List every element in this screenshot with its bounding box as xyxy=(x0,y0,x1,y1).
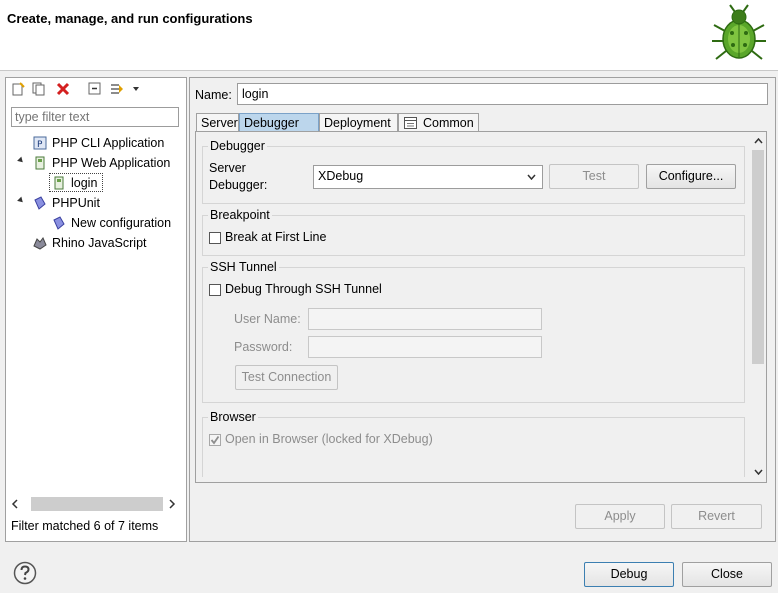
open-in-browser-label: Open in Browser (locked for XDebug) xyxy=(225,432,433,446)
tree-item-label: PHP Web Application xyxy=(52,156,171,170)
browser-group-title: Browser xyxy=(208,410,258,424)
scroll-down-icon[interactable] xyxy=(754,469,763,475)
name-label: Name: xyxy=(195,88,232,102)
server-debugger-label-1: Server xyxy=(209,161,246,175)
open-in-browser-checkbox[interactable] xyxy=(209,434,221,446)
tree-item-label: Rhino JavaScript xyxy=(52,236,147,250)
bug-icon xyxy=(712,4,766,60)
collapse-all-icon[interactable] xyxy=(88,82,102,96)
dialog-title: Create, manage, and run configurations xyxy=(7,11,253,26)
browser-group xyxy=(202,417,745,477)
apply-button[interactable]: Apply xyxy=(575,504,665,529)
user-name-field[interactable] xyxy=(308,308,542,330)
horizontal-scrollbar[interactable] xyxy=(11,496,179,512)
phpunit-icon xyxy=(34,196,46,210)
filter-status: Filter matched 6 of 7 items xyxy=(11,519,159,533)
name-field[interactable]: login xyxy=(237,83,768,105)
scroll-right-icon[interactable] xyxy=(168,499,176,509)
tab-label: Common xyxy=(423,116,474,130)
break-first-line-checkbox[interactable] xyxy=(209,232,221,244)
scroll-thumb[interactable] xyxy=(31,497,163,511)
password-field[interactable] xyxy=(308,336,542,358)
filter-input[interactable] xyxy=(11,107,179,127)
test-button[interactable]: Test xyxy=(549,164,639,189)
tab-debugger[interactable]: Debugger xyxy=(239,113,319,132)
scroll-up-icon[interactable] xyxy=(754,138,763,144)
phpunit-icon xyxy=(53,216,65,230)
duplicate-icon[interactable] xyxy=(32,82,46,96)
tree-item-label: PHP CLI Application xyxy=(52,136,165,150)
chevron-down-icon[interactable] xyxy=(132,85,140,93)
ssh-tunnel-group-title: SSH Tunnel xyxy=(208,260,279,274)
svg-text:P: P xyxy=(37,140,43,150)
tree-item-label: login xyxy=(71,176,98,190)
close-button[interactable]: Close xyxy=(682,562,772,587)
tab-deployment[interactable]: Deployment xyxy=(319,113,398,132)
user-name-label: User Name: xyxy=(234,312,301,326)
debug-through-ssh-checkbox[interactable] xyxy=(209,284,221,296)
scroll-thumb[interactable] xyxy=(752,150,764,364)
tab-server[interactable]: Server xyxy=(196,113,239,132)
php-web-icon xyxy=(35,156,45,170)
checkmark-icon xyxy=(210,435,220,445)
help-icon[interactable] xyxy=(13,561,37,585)
php-cli-icon: P xyxy=(33,136,47,150)
chevron-down-icon xyxy=(527,174,536,180)
tree-item-label: PHPUnit xyxy=(52,196,100,210)
test-connection-button[interactable]: Test Connection xyxy=(235,365,338,390)
tree-item-label: New configuration xyxy=(71,216,172,230)
breakpoint-group-title: Breakpoint xyxy=(208,208,272,222)
revert-button[interactable]: Revert xyxy=(671,504,762,529)
break-first-line-label: Break at First Line xyxy=(225,230,327,244)
php-web-icon xyxy=(54,176,64,190)
debug-button[interactable]: Debug xyxy=(584,562,674,587)
filter-icon[interactable] xyxy=(110,82,124,96)
delete-icon[interactable] xyxy=(56,82,70,96)
tab-common[interactable]: Common xyxy=(398,113,479,132)
server-debugger-label-2: Debugger: xyxy=(209,178,268,192)
common-tab-icon xyxy=(404,117,417,129)
debug-through-ssh-label: Debug Through SSH Tunnel xyxy=(225,282,382,296)
configure-button[interactable]: Configure... xyxy=(646,164,736,189)
debugger-group-title: Debugger xyxy=(208,139,267,153)
server-debugger-value: XDebug xyxy=(318,169,364,183)
server-debugger-select[interactable]: XDebug xyxy=(313,165,543,189)
scroll-left-icon[interactable] xyxy=(11,499,19,509)
vertical-scrollbar[interactable] xyxy=(750,135,766,480)
new-configuration-icon[interactable] xyxy=(11,82,25,96)
rhino-icon xyxy=(33,237,47,250)
password-label: Password: xyxy=(234,340,293,354)
